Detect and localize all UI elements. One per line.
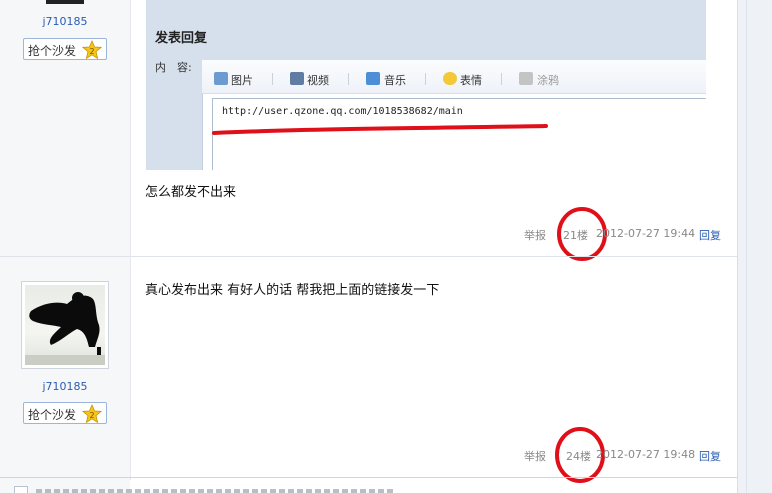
checkbox-icon[interactable] <box>14 486 28 493</box>
silhouette-icon <box>25 292 105 365</box>
post-timestamp: 2012-07-27 19:48 <box>596 448 696 461</box>
avatar[interactable] <box>21 281 109 369</box>
post-timestamp: 2012-07-27 19:44 <box>596 227 696 240</box>
reply-link[interactable]: 回复 <box>699 448 721 464</box>
post-body: 真心发布出来 有好人的话 帮我把上面的链接发一下 <box>145 283 440 298</box>
report-link[interactable]: 举报 <box>524 448 546 464</box>
username[interactable]: j710185 <box>0 380 130 393</box>
sofa-label: 抢个沙发 <box>28 408 77 422</box>
svg-text:2: 2 <box>89 411 94 420</box>
sofa-badge[interactable]: 抢个沙发 2 <box>23 402 107 424</box>
red-underline-mark <box>212 124 548 135</box>
report-link[interactable]: 举报 <box>524 227 546 243</box>
red-annotation-layer <box>212 124 607 483</box>
star-badge-icon: 2 <box>82 404 102 424</box>
next-row-clipped-text <box>36 489 396 493</box>
post-body: 怎么都发不出来 <box>145 185 237 200</box>
avatar-image <box>25 285 105 365</box>
reply-link[interactable]: 回复 <box>699 227 721 243</box>
post-divider <box>0 477 737 478</box>
floor-number: 24楼 <box>566 450 591 463</box>
floor-number: 21楼 <box>563 229 588 242</box>
post-divider <box>0 256 737 257</box>
